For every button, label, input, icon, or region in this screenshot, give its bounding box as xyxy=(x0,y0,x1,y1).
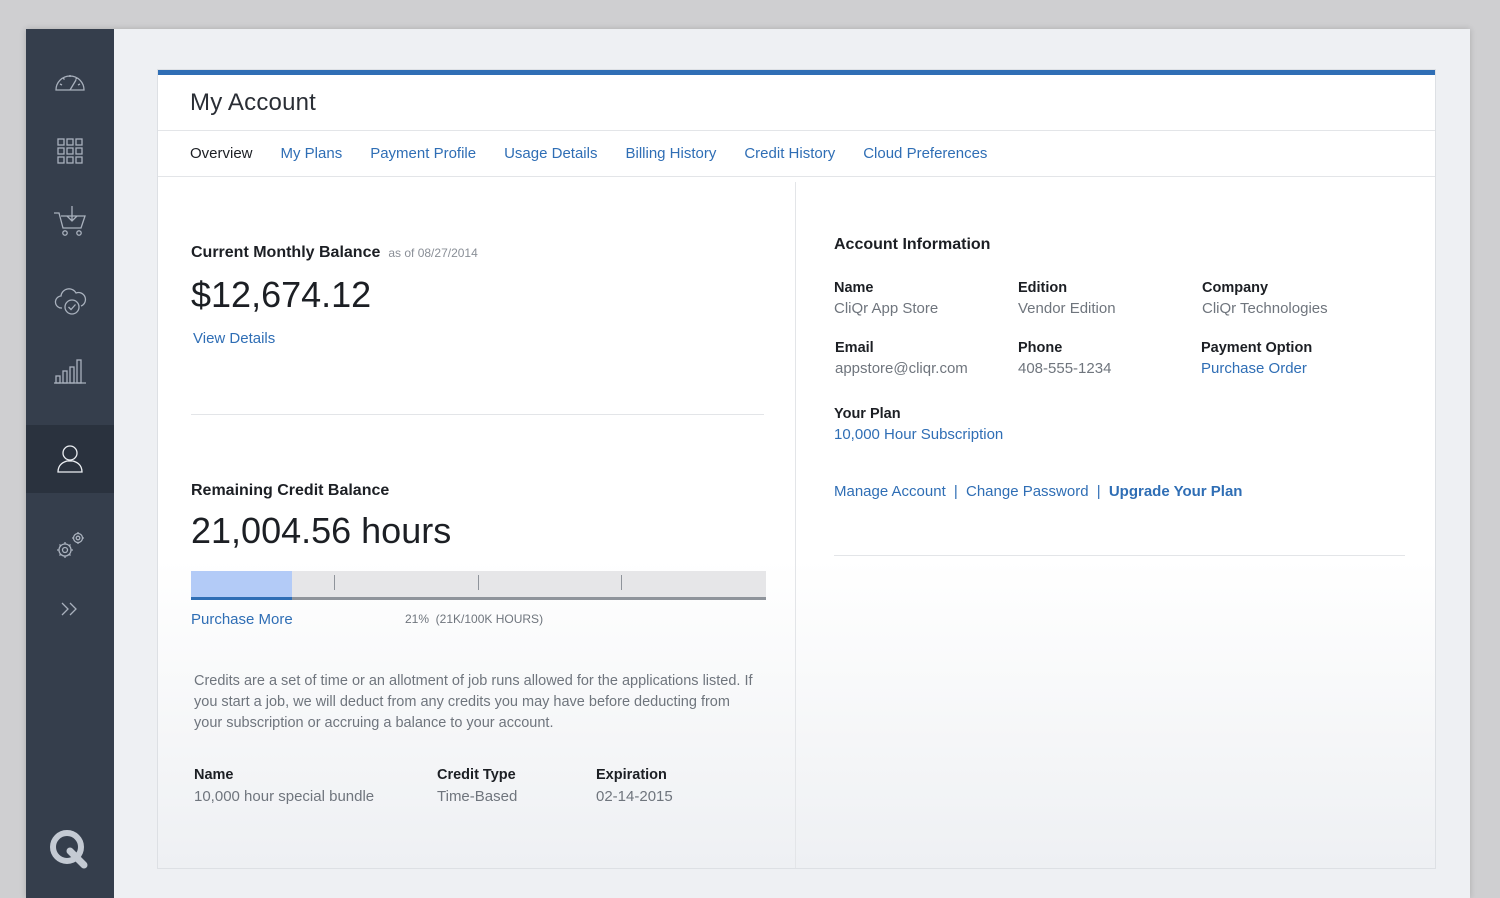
email-label: Email xyxy=(835,340,874,356)
credit-balance-title: Remaining Credit Balance xyxy=(191,482,390,499)
card-body: Current Monthly Balance as of 08/27/2014 … xyxy=(158,182,1435,868)
sidebar-item-settings[interactable] xyxy=(26,511,114,579)
credit-hours: 21,004.56 hours xyxy=(191,510,452,551)
credit-row-expiration: 02-14-2015 xyxy=(596,788,673,805)
credit-progress-fill-underline xyxy=(191,597,292,600)
payment-option-field: Payment Option Purchase Order xyxy=(1201,340,1312,377)
credit-row-type: Time-Based xyxy=(437,788,518,805)
credit-progress-fill xyxy=(191,571,292,597)
manage-account-link[interactable]: Manage Account xyxy=(834,483,946,500)
name-field: Name CliQr App Store xyxy=(834,280,938,317)
edition-label: Edition xyxy=(1018,280,1068,296)
cliqr-logo xyxy=(50,830,88,869)
account-actions: Manage Account | Change Password | Upgra… xyxy=(834,483,1242,500)
page-title: My Account xyxy=(190,88,317,116)
email-field: Email appstore@cliqr.com xyxy=(835,340,968,377)
grid-icon xyxy=(57,138,83,164)
upgrade-plan-link[interactable]: Upgrade Your Plan xyxy=(1109,483,1243,500)
card-header: My Account xyxy=(158,75,1435,131)
credit-progress-bar xyxy=(191,571,766,600)
tab-credit-history[interactable]: Credit History xyxy=(744,145,835,162)
account-info-column: Account Information Name CliQr App Store… xyxy=(834,182,1406,582)
account-info-divider xyxy=(834,555,1405,556)
cart-icon xyxy=(54,206,86,236)
credit-row-name: 10,000 hour special bundle xyxy=(194,788,375,805)
tab-usage-details[interactable]: Usage Details xyxy=(504,145,597,162)
sidebar-item-apps[interactable] xyxy=(26,117,114,185)
company-field: Company CliQr Technologies xyxy=(1202,280,1328,317)
company-label: Company xyxy=(1202,280,1269,296)
sidebar-item-clouds[interactable] xyxy=(26,267,114,335)
double-chevron-right-icon xyxy=(61,602,77,616)
phone-value: 408-555-1234 xyxy=(1018,360,1112,377)
plan-field: Your Plan 10,000 Hour Subscription xyxy=(834,406,1003,443)
plan-label: Your Plan xyxy=(834,406,901,422)
sidebar-item-dashboard[interactable] xyxy=(26,47,114,115)
tab-billing-history[interactable]: Billing History xyxy=(625,145,716,162)
plan-link[interactable]: 10,000 Hour Subscription xyxy=(834,426,1003,443)
view-details-link[interactable]: View Details xyxy=(193,330,275,347)
credit-table-header-type: Credit Type xyxy=(437,767,516,783)
credit-table-header-expiration: Expiration xyxy=(596,767,667,783)
credits-description: Credits are a set of time or an allotmen… xyxy=(194,673,753,731)
column-divider xyxy=(795,182,796,868)
progress-tick xyxy=(334,575,335,590)
monthly-balance-heading: Current Monthly Balance as of 08/27/2014 xyxy=(191,244,478,262)
speedometer-icon xyxy=(55,75,85,91)
sidebar-item-account[interactable] xyxy=(26,425,114,493)
monthly-balance-title: Current Monthly Balance xyxy=(191,244,381,261)
section-divider xyxy=(191,414,764,415)
tab-my-plans[interactable]: My Plans xyxy=(281,145,343,162)
progress-tick xyxy=(621,575,622,590)
progress-tick xyxy=(478,575,479,590)
action-separator: | xyxy=(1096,483,1101,500)
phone-field: Phone 408-555-1234 xyxy=(1018,340,1111,377)
cloud-check-icon xyxy=(54,288,87,315)
tab-payment-profile[interactable]: Payment Profile xyxy=(370,145,476,162)
edition-value: Vendor Edition xyxy=(1018,300,1116,317)
as-of-date: as of 08/27/2014 xyxy=(388,246,478,260)
tab-overview[interactable]: Overview xyxy=(190,145,253,162)
account-info-title: Account Information xyxy=(834,236,991,253)
name-value: CliQr App Store xyxy=(834,300,939,317)
phone-label: Phone xyxy=(1018,340,1063,356)
edition-field: Edition Vendor Edition xyxy=(1018,280,1116,317)
credit-table-header-name: Name xyxy=(194,767,234,783)
sidebar-item-expand[interactable] xyxy=(26,575,114,643)
action-separator: | xyxy=(953,483,958,500)
change-password-link[interactable]: Change Password xyxy=(966,483,1089,500)
sidebar-item-reports[interactable] xyxy=(26,337,114,405)
email-value: appstore@cliqr.com xyxy=(835,360,968,377)
progress-label: 21% (21K/100K HOURS) xyxy=(405,612,544,626)
sidebar-item-marketplace[interactable] xyxy=(26,187,114,255)
account-card: My Account Overview My Plans Payment Pro… xyxy=(158,70,1435,868)
sidebar xyxy=(26,29,114,898)
app-window: My Account Overview My Plans Payment Pro… xyxy=(26,29,1470,898)
tab-cloud-preferences[interactable]: Cloud Preferences xyxy=(863,145,987,162)
payment-option-label: Payment Option xyxy=(1201,340,1313,356)
monthly-balance-amount: $12,674.12 xyxy=(191,274,372,315)
gears-icon xyxy=(57,532,84,558)
bar-chart-icon xyxy=(54,359,86,384)
payment-option-link[interactable]: Purchase Order xyxy=(1201,360,1312,377)
purchase-more-link[interactable]: Purchase More xyxy=(191,611,293,628)
tab-bar: Overview My Plans Payment Profile Usage … xyxy=(158,131,1435,177)
user-icon xyxy=(57,445,83,473)
name-label: Name xyxy=(834,280,874,296)
company-value: CliQr Technologies xyxy=(1202,300,1328,317)
